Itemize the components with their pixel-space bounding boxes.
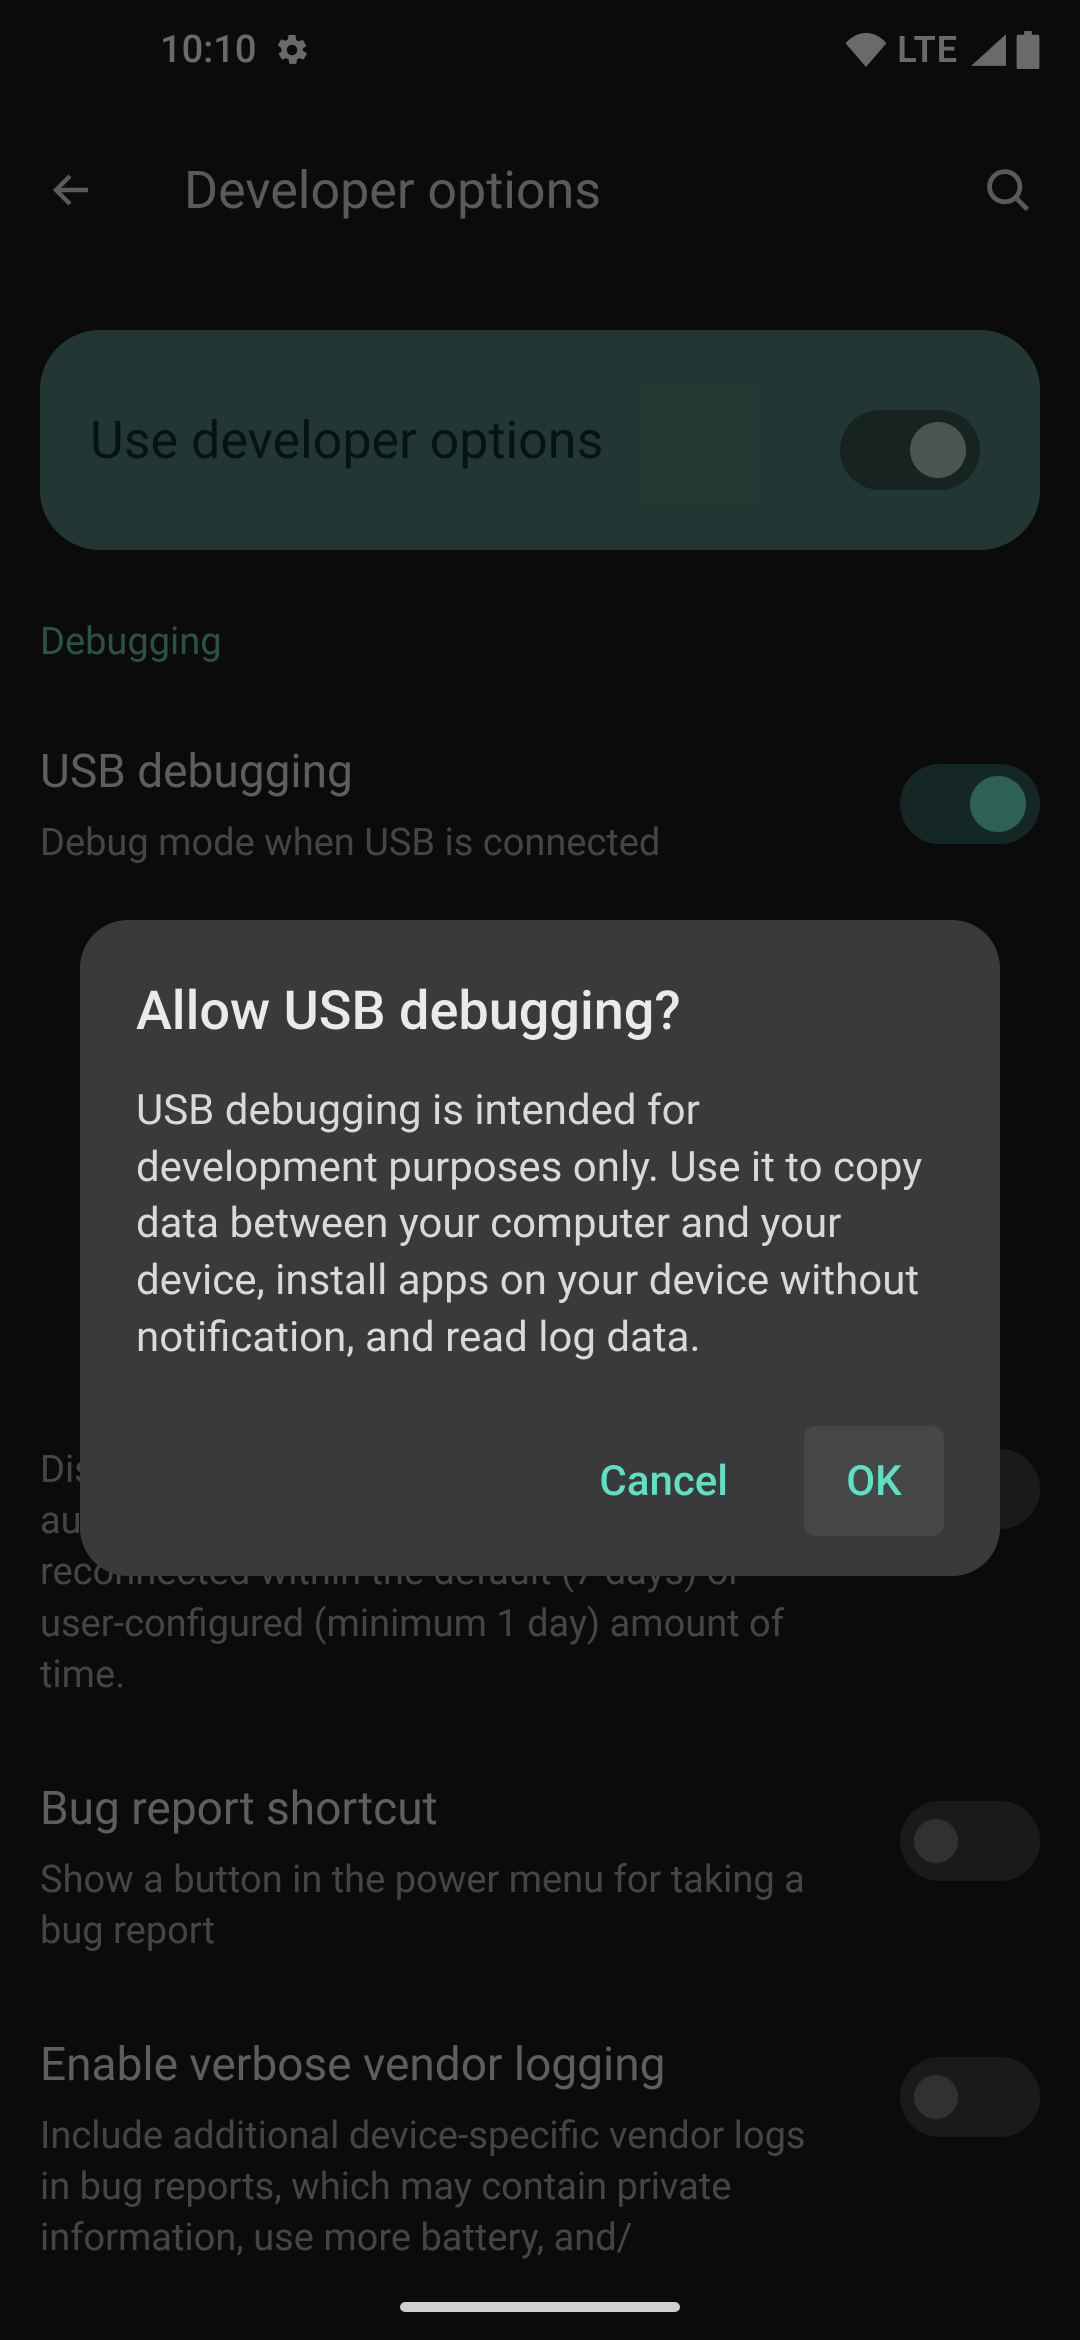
settings-screen: 10:10 LTE Developer options [0,0,1080,2340]
dialog-actions: Cancel OK [136,1426,944,1536]
ok-button[interactable]: OK [804,1426,944,1536]
dialog-scrim[interactable]: Allow USB debugging? USB debugging is in… [0,0,1080,2340]
dialog-body: USB debugging is intended for developmen… [136,1083,944,1366]
dialog-title: Allow USB debugging? [136,980,944,1043]
allow-usb-debugging-dialog: Allow USB debugging? USB debugging is in… [80,920,1000,1576]
cancel-button[interactable]: Cancel [563,1426,764,1536]
gesture-nav-handle[interactable] [400,2302,680,2312]
